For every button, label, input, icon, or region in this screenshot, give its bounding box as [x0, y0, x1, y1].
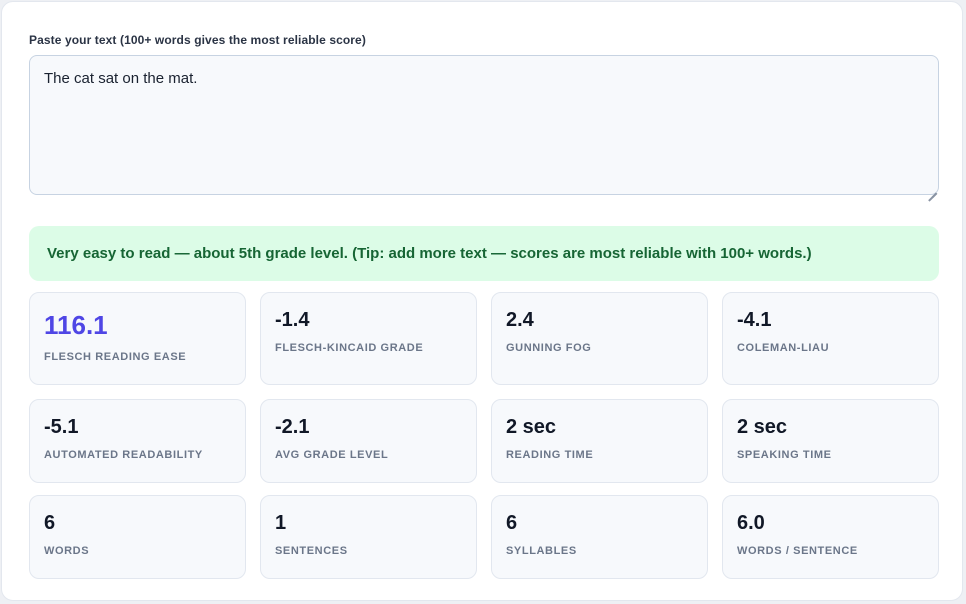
stat-words: 6 WORDS: [29, 495, 246, 579]
stat-reading-time: 2 sec READING TIME: [491, 399, 708, 483]
stat-flesch-reading-ease: 116.1 FLESCH READING EASE: [29, 292, 246, 385]
stat-label: COLEMAN-LIAU: [737, 342, 830, 354]
stat-label: FLESCH-KINCAID GRADE: [275, 342, 424, 354]
stat-automated-readability: -5.1 AUTOMATED READABILITY: [29, 399, 246, 483]
stat-coleman-liau: -4.1 COLEMAN-LIAU: [722, 292, 939, 385]
stat-value: 2 sec: [737, 416, 788, 438]
stat-words-per-sentence: 6.0 WORDS / SENTENCE: [722, 495, 939, 579]
stat-syllables: 6 SYLLABLES: [491, 495, 708, 579]
verdict-text: Very easy to read — about 5th grade leve…: [47, 245, 812, 262]
readability-verdict-banner: Very easy to read — about 5th grade leve…: [29, 226, 939, 281]
stat-label: AUTOMATED READABILITY: [44, 449, 203, 461]
readability-card: Paste your text (100+ words gives the mo…: [1, 1, 963, 601]
stat-label: FLESCH READING EASE: [44, 351, 187, 363]
text-input-label: Paste your text (100+ words gives the mo…: [29, 33, 366, 47]
stat-gunning-fog: 2.4 GUNNING FOG: [491, 292, 708, 385]
stat-value: 6: [44, 512, 56, 534]
stat-avg-grade-level: -2.1 AVG GRADE LEVEL: [260, 399, 477, 483]
stat-label: WORDS: [44, 545, 90, 557]
stat-value: 2 sec: [506, 416, 557, 438]
stat-value: -1.4: [275, 309, 310, 331]
text-input[interactable]: The cat sat on the mat.: [29, 55, 939, 195]
stat-value: 6: [506, 512, 518, 534]
stat-label: SENTENCES: [275, 545, 348, 557]
stat-value: -4.1: [737, 309, 772, 331]
stat-value: 6.0: [737, 512, 765, 534]
stat-value: 2.4: [506, 309, 534, 331]
stat-value: 116.1: [44, 310, 108, 340]
stat-label: SPEAKING TIME: [737, 449, 832, 461]
stat-label: AVG GRADE LEVEL: [275, 449, 389, 461]
stat-speaking-time: 2 sec SPEAKING TIME: [722, 399, 939, 483]
resize-handle-icon[interactable]: [928, 184, 937, 193]
stat-flesch-kincaid-grade: -1.4 FLESCH-KINCAID GRADE: [260, 292, 477, 385]
stats-grid: 116.1 FLESCH READING EASE -1.4 FLESCH-KI…: [29, 292, 940, 580]
stat-label: WORDS / SENTENCE: [737, 545, 858, 557]
stat-label: GUNNING FOG: [506, 342, 592, 354]
stat-value: -5.1: [44, 416, 79, 438]
stat-label: SYLLABLES: [506, 545, 577, 557]
stat-value: 1: [275, 512, 287, 534]
stat-label: READING TIME: [506, 449, 594, 461]
stat-sentences: 1 SENTENCES: [260, 495, 477, 579]
stat-value: -2.1: [275, 416, 310, 438]
